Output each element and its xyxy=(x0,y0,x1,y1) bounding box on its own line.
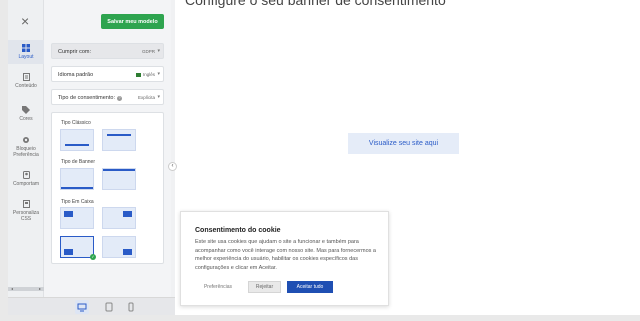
sidebar-item-label: Personaliza CSS xyxy=(12,210,40,222)
scroll-left-icon[interactable]: ◂ xyxy=(11,286,13,291)
sidebar-item-layout[interactable]: Layout xyxy=(8,40,44,64)
comply-value: GDPR xyxy=(141,49,155,54)
save-template-button[interactable]: Salvar meu modelo xyxy=(101,14,164,29)
css-icon xyxy=(22,200,30,208)
language-label: Idioma padrão xyxy=(58,72,94,78)
comply-select[interactable]: Cumprir com: GDPR ▾ xyxy=(51,43,164,59)
desktop-icon xyxy=(77,303,87,312)
layout-option-banner-bottom[interactable] xyxy=(60,168,94,190)
language-value-wrap: Inglês xyxy=(135,72,155,77)
document-icon xyxy=(22,73,30,81)
language-select[interactable]: Idioma padrão Inglês ▾ xyxy=(51,66,164,82)
gear-icon xyxy=(23,137,29,143)
layout-option-banner-top[interactable] xyxy=(102,168,136,190)
window-edge xyxy=(0,315,640,321)
thumb-bar xyxy=(103,169,135,171)
check-icon: ✓ xyxy=(90,254,96,260)
layout-option-classic-bottom[interactable] xyxy=(60,129,94,151)
section-title-box: Tipo Em Caixa xyxy=(61,199,94,205)
sidebar-item-label: Comportam xyxy=(12,181,40,187)
cookie-banner: Consentimento do cookie Este site usa co… xyxy=(180,211,389,306)
layout-grid-icon xyxy=(22,44,30,52)
section-title-classic: Tipo Clássico xyxy=(61,120,91,126)
rail-scrollbar[interactable]: ◂ ▸ xyxy=(8,286,44,291)
toggle-icon xyxy=(22,171,30,179)
comply-label: Cumprir com: xyxy=(58,49,92,55)
accept-all-button[interactable]: Aceitar tudo xyxy=(287,281,333,293)
thumb-bar xyxy=(123,211,132,217)
preview-site-button[interactable]: Visualize seu site aqui xyxy=(348,133,459,154)
sidebar-item-colors[interactable]: Cores xyxy=(8,106,44,122)
preferences-button[interactable]: Preferências xyxy=(197,281,239,293)
thumb-bar xyxy=(61,187,93,189)
layout-option-classic-top[interactable] xyxy=(102,129,136,151)
scroll-right-icon[interactable]: ▸ xyxy=(39,286,41,291)
sidebar-item-label: Cores xyxy=(19,116,33,122)
consent-type-label: Tipo de consentimento: xyxy=(58,95,115,101)
consent-type-select[interactable]: Tipo de consentimento:? Explícita ▾ xyxy=(51,89,164,105)
desktop-view-button[interactable] xyxy=(75,300,89,314)
thumb-bar xyxy=(123,249,132,255)
sidebar-item-label: Conteúdo xyxy=(15,83,37,89)
collapse-panel-button[interactable]: ‹ xyxy=(168,162,177,171)
thumb-bar xyxy=(65,144,89,146)
section-title-banner: Tipo de Banner xyxy=(61,159,96,165)
layout-option-box-top-right[interactable] xyxy=(102,207,136,229)
chevron-left-icon: ‹ xyxy=(171,163,174,169)
mobile-view-button[interactable] xyxy=(124,300,138,314)
device-toolbar xyxy=(8,297,175,315)
flag-icon xyxy=(135,73,141,77)
cookie-banner-title: Consentimento do cookie xyxy=(195,227,281,234)
thumb-bar xyxy=(64,249,73,255)
thumb-bar xyxy=(64,211,73,217)
tag-icon xyxy=(22,106,30,114)
help-icon[interactable]: ? xyxy=(116,96,122,101)
sidebar-item-custom-css[interactable]: Personaliza CSS xyxy=(8,200,44,222)
tablet-icon xyxy=(105,302,113,312)
layout-option-box-bottom-left[interactable] xyxy=(60,236,94,258)
language-value: Inglês xyxy=(142,72,155,77)
layout-option-box-top-left[interactable] xyxy=(60,207,94,229)
thumb-bar xyxy=(107,134,131,136)
chevron-down-icon: ▾ xyxy=(157,48,160,54)
layout-types-card: Tipo Clássico Tipo de Banner Tipo Em Cai… xyxy=(51,112,164,264)
reject-button[interactable]: Rejeitar xyxy=(248,281,281,293)
sidebar-item-label: Layout xyxy=(18,54,34,60)
tablet-view-button[interactable] xyxy=(102,300,116,314)
sidebar-item-behavior[interactable]: Comportam xyxy=(8,171,44,187)
sidebar-item-content[interactable]: Conteúdo xyxy=(8,73,44,89)
consent-type-label-wrap: Tipo de consentimento:? xyxy=(58,95,122,101)
close-icon[interactable]: × xyxy=(21,14,29,28)
sidebar-item-label: Bloqueio Preferência xyxy=(13,146,39,158)
layout-option-box-bottom-right[interactable] xyxy=(102,236,136,258)
chevron-down-icon: ▾ xyxy=(157,71,160,77)
consent-type-value: Explícita xyxy=(137,95,155,100)
mobile-icon xyxy=(128,302,134,312)
cookie-banner-text: Este site usa cookies que ajudam o site … xyxy=(195,239,376,271)
chevron-down-icon: ▾ xyxy=(157,94,160,100)
sidebar-item-preference-block[interactable]: Bloqueio Preferência xyxy=(8,136,44,158)
page-title: Configure o seu banner de consentimento xyxy=(185,0,446,8)
